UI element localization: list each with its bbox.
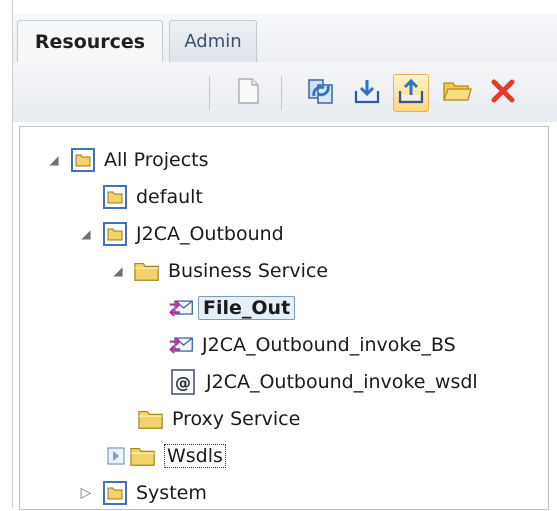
tree-item-label: default bbox=[136, 186, 203, 208]
toolbar-separator bbox=[209, 76, 210, 110]
delete-button[interactable] bbox=[485, 74, 521, 112]
tree-item-file-out[interactable]: File_Out bbox=[168, 290, 296, 326]
tree-item-label: All Projects bbox=[104, 149, 209, 171]
open-folder-icon bbox=[442, 78, 472, 109]
wsdl-icon: @ bbox=[170, 369, 196, 395]
project-folder-icon bbox=[70, 147, 96, 173]
tree-item-default[interactable]: default bbox=[102, 179, 203, 215]
tree-item-all-projects[interactable]: ◢ All Projects bbox=[46, 142, 209, 178]
svg-text:@: @ bbox=[175, 373, 191, 392]
project-folder-icon bbox=[102, 184, 128, 210]
tab-bar: Resources Admin bbox=[13, 14, 557, 64]
tab-admin[interactable]: Admin bbox=[169, 20, 257, 63]
resources-panel: Resources Admin ◢ All Projects default ◢… bbox=[12, 0, 557, 510]
collapse-arrow-icon[interactable]: ◢ bbox=[78, 226, 94, 242]
toolbar-separator bbox=[281, 76, 282, 110]
business-service-icon bbox=[168, 295, 194, 321]
tree-item-label: Proxy Service bbox=[172, 408, 301, 430]
top-strip bbox=[13, 0, 557, 14]
tree-item-label: J2CA_Outbound_invoke_BS bbox=[202, 334, 456, 356]
new-resource-button[interactable] bbox=[231, 74, 267, 112]
export-button[interactable] bbox=[393, 74, 429, 112]
tree-item-business-service[interactable]: ◢ Business Service bbox=[110, 253, 328, 289]
folder-icon bbox=[134, 258, 160, 284]
tree-item-j2ca-outbound-invoke-bs[interactable]: J2CA_Outbound_invoke_BS bbox=[168, 327, 456, 363]
export-icon bbox=[397, 77, 425, 110]
toolbar bbox=[13, 62, 557, 122]
business-service-icon bbox=[168, 332, 194, 358]
delete-icon bbox=[489, 77, 517, 110]
collapse-arrow-icon[interactable]: ◢ bbox=[46, 152, 62, 168]
tree-item-label: File_Out bbox=[198, 296, 296, 320]
import-icon bbox=[353, 77, 381, 110]
tree-item-label: J2CA_Outbound_invoke_wsdl bbox=[206, 371, 478, 393]
refresh-button[interactable] bbox=[303, 74, 339, 112]
tab-resources[interactable]: Resources bbox=[17, 20, 163, 64]
tree-item-j2ca-outbound-invoke-wsdl[interactable]: @ J2CA_Outbound_invoke_wsdl bbox=[170, 364, 478, 400]
open-folder-button[interactable] bbox=[439, 74, 475, 112]
project-folder-icon bbox=[102, 480, 128, 506]
tree-item-proxy-service[interactable]: Proxy Service bbox=[138, 401, 300, 437]
refresh-icon bbox=[306, 76, 336, 111]
expand-arrow-icon[interactable]: ▷ bbox=[78, 485, 94, 501]
tree-item-label: Business Service bbox=[168, 260, 329, 282]
tree-item-label: System bbox=[136, 482, 207, 504]
tree-item-label: Wsdls bbox=[164, 444, 226, 468]
project-folder-icon bbox=[102, 221, 128, 247]
resource-tree: ◢ All Projects default ◢ J2CA_Outbound ◢… bbox=[19, 126, 549, 510]
tree-item-label: J2CA_Outbound bbox=[136, 223, 284, 245]
collapse-arrow-icon[interactable]: ◢ bbox=[110, 263, 126, 279]
expand-toggle-icon[interactable] bbox=[106, 443, 126, 469]
tree-item-wsdls[interactable]: Wsdls bbox=[106, 438, 226, 474]
tree-item-system[interactable]: ▷ System bbox=[78, 475, 207, 511]
folder-icon bbox=[138, 406, 164, 432]
folder-icon bbox=[130, 443, 156, 469]
import-button[interactable] bbox=[349, 74, 385, 112]
tree-item-j2ca-outbound[interactable]: ◢ J2CA_Outbound bbox=[78, 216, 284, 252]
new-document-icon bbox=[236, 77, 262, 110]
